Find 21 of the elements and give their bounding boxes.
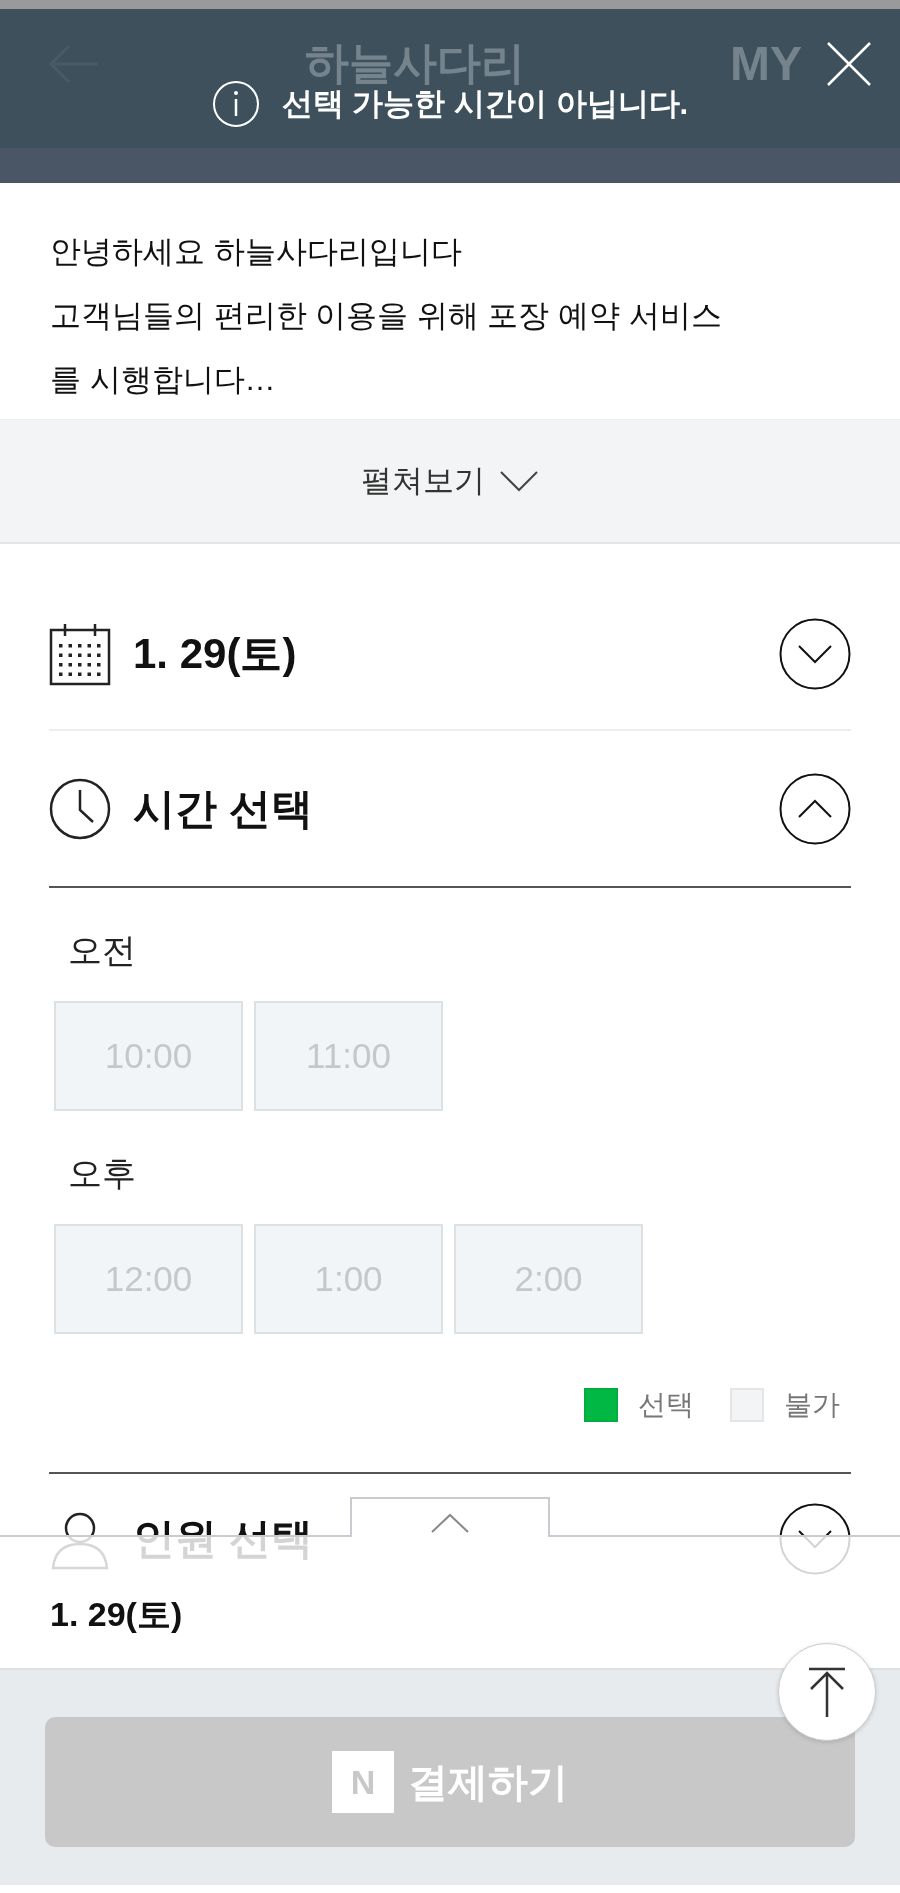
legend-label: 선택: [638, 1388, 694, 1422]
calendar-icon: [49, 622, 111, 686]
chevron-up-icon[interactable]: [779, 772, 851, 845]
chevron-down-icon[interactable]: [779, 618, 851, 690]
my-link[interactable]: MY: [730, 36, 802, 91]
date-label: 1. 29(토): [133, 629, 298, 679]
arrow-up-icon: [807, 1667, 847, 1717]
close-icon[interactable]: [826, 41, 872, 87]
period-label: 오후: [68, 1153, 136, 1194]
intro-text: 안녕하세요 하늘사다리입니다: [50, 233, 463, 271]
selected-date: 1. 29(토): [50, 1594, 183, 1635]
intro-text: 고객님들의 편리한 이용을 위해 포장 예약 서비스: [50, 297, 723, 335]
chevron-down-icon: [499, 470, 539, 492]
clock-icon: [49, 777, 111, 840]
period-label: 오전: [68, 930, 136, 971]
section-title: 시간 선택: [133, 783, 314, 834]
intro-text: 를 시행합니다…: [50, 361, 277, 399]
sheet-handle[interactable]: [350, 1497, 550, 1537]
expand-button[interactable]: 펼쳐보기: [361, 460, 539, 502]
info-icon: [211, 79, 260, 128]
legend-label: 불가: [784, 1388, 840, 1422]
